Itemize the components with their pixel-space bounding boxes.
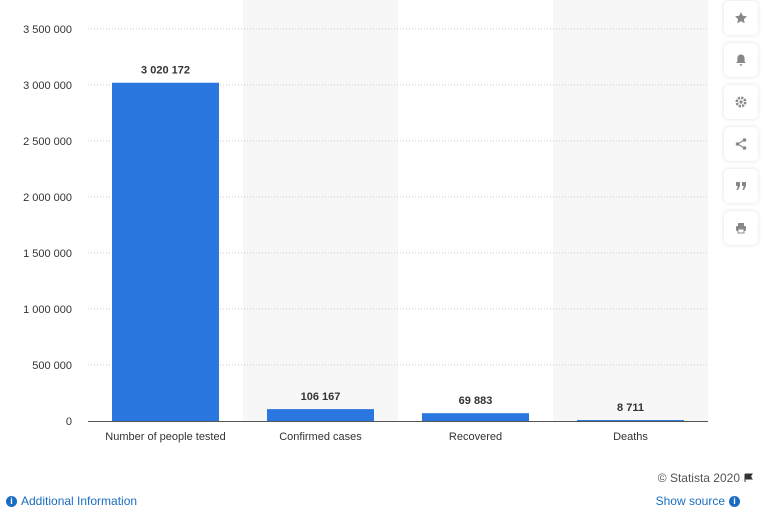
cite-button[interactable] [724, 169, 758, 203]
share-icon [735, 138, 747, 150]
x-tick-label: Recovered [449, 431, 502, 443]
y-tick-label: 1 500 000 [23, 248, 72, 260]
gear-icon [735, 96, 747, 108]
bell-icon [736, 54, 746, 66]
x-tick-label: Number of people tested [105, 431, 225, 443]
additional-information-label: Additional Information [21, 494, 138, 508]
y-tick-label: 2 500 000 [23, 136, 72, 148]
info-icon: i [729, 495, 740, 507]
copyright-text: © Statista 2020 [657, 471, 740, 485]
favorite-button[interactable] [724, 1, 758, 35]
data-label: 8 711 [617, 402, 644, 414]
show-source-label: Show source [655, 494, 725, 508]
category-band [243, 0, 398, 421]
bar[interactable] [422, 413, 529, 421]
data-label: 106 167 [301, 391, 341, 403]
x-tick-label: Confirmed cases [279, 431, 362, 443]
additional-information-link[interactable]: i Additional Information [6, 494, 137, 508]
quote-icon [736, 182, 746, 190]
star-icon [735, 12, 747, 24]
info-icon: i [6, 495, 17, 507]
show-source-link[interactable]: Show source i [656, 494, 740, 508]
y-tick-label: 500 000 [32, 360, 72, 372]
settings-button[interactable] [724, 85, 758, 119]
x-tick-label: Deaths [613, 431, 648, 443]
print-icon [736, 223, 746, 234]
notification-button[interactable] [724, 43, 758, 77]
copyright: © Statista 2020 [658, 471, 754, 485]
bar[interactable] [112, 82, 219, 422]
y-tick-label: 1 000 000 [23, 304, 72, 316]
y-tick-label: 3 000 000 [23, 80, 72, 92]
data-label: 69 883 [459, 395, 493, 407]
y-tick-label: 3 500 000 [23, 24, 72, 36]
bar-chart: 0 500 000 1 000 000 1 500 000 2 000 000 2 500… [23, 0, 708, 443]
data-label: 3 020 172 [141, 65, 190, 77]
bar[interactable] [577, 420, 684, 421]
share-button[interactable] [724, 127, 758, 161]
y-tick-label: 0 [66, 416, 72, 428]
bar[interactable] [267, 409, 374, 421]
flag-icon [744, 473, 753, 482]
y-tick-label: 2 000 000 [23, 192, 72, 204]
print-button[interactable] [724, 211, 758, 245]
category-band [553, 0, 708, 421]
